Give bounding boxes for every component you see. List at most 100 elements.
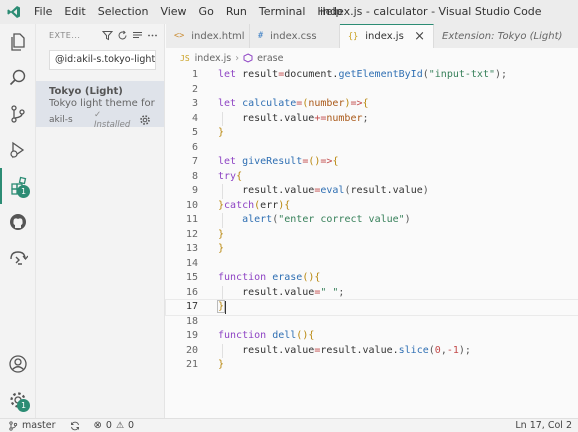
extension-list-item[interactable]: Tokyo (Light) Tokyo light theme for ... … [36, 81, 164, 130]
cursor-position[interactable]: Ln 17, Col 2 [515, 419, 572, 432]
tab-index-html[interactable]: <> index.html [166, 24, 250, 48]
sync-icon [70, 421, 79, 430]
error-count: 0 [105, 420, 112, 431]
close-tab-icon[interactable]: × [414, 29, 425, 44]
code-text: } [218, 359, 225, 370]
extensions-button[interactable]: 1 [0, 168, 36, 204]
extensions-badge: 1 [17, 185, 30, 198]
search-icon [9, 69, 26, 86]
line-number: 12 [185, 228, 198, 240]
line-number: 4 [191, 112, 198, 124]
sidebar-header: EXTE... [36, 24, 164, 46]
menu-view[interactable]: View [154, 0, 192, 24]
text-cursor [224, 301, 226, 314]
code-line: 2 [166, 83, 578, 98]
line-number: 18 [185, 315, 198, 327]
code-line: 21} [166, 358, 578, 373]
line-number: 16 [185, 286, 198, 298]
explorer-button[interactable] [0, 24, 36, 60]
extension-description: Tokyo light theme for ... [49, 98, 155, 109]
manage-extension-gear-icon[interactable] [139, 114, 151, 126]
code-line: 5} [166, 126, 578, 141]
css-file-icon: # [258, 31, 264, 41]
title-bar: File Edit Selection View Go Run Terminal… [0, 0, 578, 24]
filter-icon[interactable] [102, 30, 113, 41]
html-file-icon: <> [174, 31, 185, 41]
remote-button[interactable] [0, 240, 36, 276]
branch-indicator[interactable]: master [8, 420, 56, 431]
code-text: try{ [218, 170, 243, 182]
run-debug-button[interactable] [0, 132, 36, 168]
line-number: 20 [185, 344, 198, 356]
tab-label: Extension: Tokyo (Light) [442, 30, 563, 42]
breadcrumb-symbol[interactable]: erase [257, 53, 283, 64]
breadcrumb-file[interactable]: index.js [195, 53, 232, 64]
code-line: 10}catch(err){ [166, 199, 578, 214]
code-text: result.value+=number; [218, 112, 369, 124]
activity-bar: 1 1 [0, 24, 36, 418]
accounts-button[interactable] [0, 346, 36, 382]
tab-index-css[interactable]: # index.css [250, 24, 340, 48]
code-editor[interactable]: 1 let result=document.getElementById("inp… [165, 68, 578, 418]
code-line: 15 function erase(){ [166, 271, 578, 286]
sidebar-actions [102, 30, 164, 41]
extensions-search-input[interactable]: @id:akil-s.tokyo-light [49, 50, 156, 70]
line-number: 14 [185, 257, 198, 269]
code-line: 16 result.value=" "; [166, 286, 578, 301]
menu-file[interactable]: File [28, 0, 58, 24]
code-text: function dell(){ [218, 330, 315, 341]
sync-button[interactable] [70, 421, 80, 431]
code-text: function erase(){ [218, 272, 321, 283]
method-symbol-icon [243, 53, 253, 63]
code-text: } [218, 243, 225, 254]
tab-extension-tokyo-light[interactable]: Extension: Tokyo (Light) [434, 24, 578, 48]
extension-name: Tokyo (Light) [49, 86, 123, 97]
code-text: let result=document.getElementById("inpu… [218, 69, 508, 80]
line-number: 7 [191, 156, 198, 167]
github-button[interactable] [0, 204, 36, 240]
code-text: result.value=" "; [218, 286, 345, 298]
status-bar: master ⊗ 0 ⚠ 0 Ln 17, Col 2 [0, 418, 578, 432]
tab-label: index.html [191, 30, 245, 42]
menu-terminal[interactable]: Terminal [253, 0, 312, 24]
code-text: result.value=eval(result.value) [218, 185, 429, 196]
problems-indicator[interactable]: ⊗ 0 ⚠ 0 [94, 420, 135, 431]
line-number: 21 [185, 359, 198, 370]
tab-label: index.js [365, 31, 404, 42]
error-icon: ⊗ [93, 420, 102, 431]
line-number: 2 [191, 83, 198, 95]
refresh-icon[interactable] [117, 30, 128, 41]
source-control-button[interactable] [0, 96, 36, 132]
js-file-icon: {} [348, 31, 359, 42]
clear-list-icon[interactable] [132, 30, 143, 41]
files-icon [11, 33, 25, 51]
menu-edit[interactable]: Edit [58, 0, 91, 24]
installed-label: ✓ Installed [94, 110, 131, 130]
code-line: 11 alert("enter correct value") [166, 213, 578, 228]
warning-icon: ⚠ [115, 420, 125, 431]
code-text: alert("enter correct value") [242, 214, 411, 225]
code-line: 12} [166, 228, 578, 243]
menu-selection[interactable]: Selection [92, 0, 155, 24]
source-control-icon [11, 105, 25, 123]
code-text: let calculate=(number)=>{ [218, 98, 369, 109]
search-button[interactable] [0, 60, 36, 96]
line-number: 13 [185, 243, 198, 254]
menu-go[interactable]: Go [193, 0, 220, 24]
tab-index-js[interactable]: {} index.js × [340, 24, 434, 48]
git-branch-icon [9, 420, 18, 431]
more-actions-icon[interactable] [147, 30, 158, 41]
js-file-icon: JS [180, 53, 190, 63]
manage-button[interactable]: 1 [0, 382, 36, 418]
line-number: 5 [191, 127, 198, 138]
line-number: 9 [191, 185, 198, 196]
code-text: let giveResult=()=>{ [218, 156, 339, 167]
editor-tabs: <> index.html # index.css {} index.js × … [166, 24, 578, 48]
code-text: } [218, 127, 225, 138]
menu-run[interactable]: Run [220, 0, 253, 24]
tab-label: index.css [270, 30, 317, 42]
code-line: 18 [166, 315, 578, 330]
github-icon [10, 214, 26, 230]
line-number: 17 [185, 301, 198, 312]
code-line: 4 result.value+=number; [166, 112, 578, 127]
